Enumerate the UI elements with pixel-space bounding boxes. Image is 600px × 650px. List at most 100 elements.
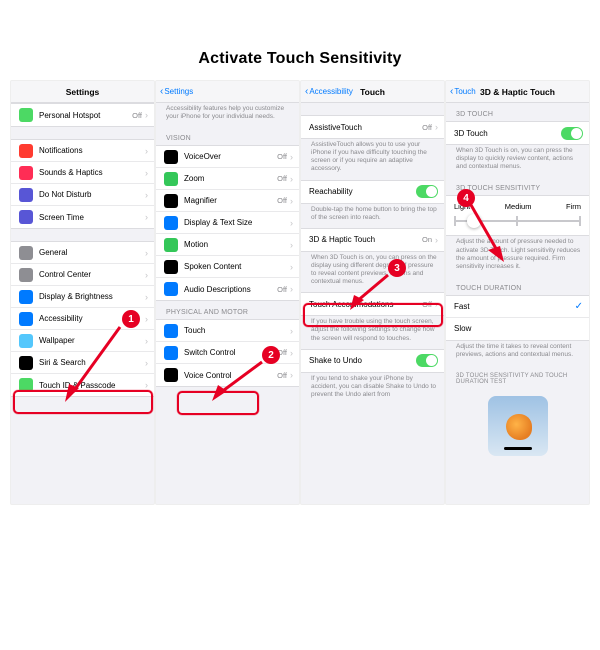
slider-label-firm: Firm [566, 202, 581, 211]
chevron-right-icon: › [145, 248, 148, 258]
app-icon [19, 210, 33, 224]
toggle-on-icon[interactable] [416, 185, 438, 198]
back-button[interactable]: ‹Accessibility [305, 87, 353, 96]
chevron-right-icon: › [290, 218, 293, 228]
screenshot-3d-haptic: ‹Touch 3D & Haptic Touch 3D TOUCH 3D Tou… [445, 80, 590, 505]
chevron-right-icon: › [145, 146, 148, 156]
list-item[interactable]: Control Center› [11, 264, 154, 286]
row-label: Voice Control [184, 371, 277, 380]
app-icon [19, 290, 33, 304]
app-icon [164, 324, 178, 338]
list-item[interactable]: Sounds & Haptics› [11, 162, 154, 184]
row-value: Off [277, 285, 287, 294]
chevron-left-icon: ‹ [160, 88, 163, 96]
row-value: Off [277, 371, 287, 380]
row-shake-to-undo[interactable]: Shake to Undo [301, 350, 444, 372]
chevron-right-icon: › [145, 380, 148, 390]
toggle-on-icon[interactable] [416, 354, 438, 367]
list-item[interactable]: Motion› [156, 234, 299, 256]
list-item[interactable]: General› [11, 242, 154, 264]
row-label: Magnifier [184, 196, 277, 205]
row-assistivetouch[interactable]: AssistiveTouchOff› [301, 116, 444, 138]
header-title: Settings [66, 87, 100, 97]
row-label: Zoom [184, 174, 277, 183]
app-icon [164, 216, 178, 230]
row-label: Wallpaper [39, 336, 145, 345]
header-title: 3D & Haptic Touch [480, 87, 555, 97]
app-icon [164, 346, 178, 360]
list-item[interactable]: Spoken Content› [156, 256, 299, 278]
group-label: 3D TOUCH SENSITIVITY [446, 177, 589, 195]
list-item[interactable]: Display & Brightness› [11, 286, 154, 308]
list-item[interactable]: Switch ControlOff› [156, 342, 299, 364]
row-duration-slow[interactable]: Slow [446, 318, 589, 340]
list-item[interactable]: Voice ControlOff› [156, 364, 299, 386]
row-label: Display & Text Size [184, 218, 290, 227]
chevron-right-icon: › [290, 174, 293, 184]
chevron-right-icon: › [145, 336, 148, 346]
back-label: Accessibility [309, 87, 353, 96]
row-value: Off [277, 348, 287, 357]
row-value: Off [277, 152, 287, 161]
screenshot-touch: ‹Accessibility Touch AssistiveTouchOff› … [300, 80, 445, 505]
back-button[interactable]: ‹Touch [450, 87, 476, 96]
toggle-on-icon[interactable] [561, 127, 583, 140]
list-item[interactable]: Notifications› [11, 140, 154, 162]
list-item[interactable]: Personal HotspotOff› [11, 104, 154, 126]
app-icon [19, 312, 33, 326]
list-item[interactable]: Audio DescriptionsOff› [156, 278, 299, 300]
row-label: Sounds & Haptics [39, 168, 145, 177]
row-label: VoiceOver [184, 152, 277, 161]
list-item[interactable]: Touch ID & Passcode› [11, 374, 154, 396]
list-item[interactable]: Do Not Disturb› [11, 184, 154, 206]
row-value: Off [277, 174, 287, 183]
row-3d-touch-toggle[interactable]: 3D Touch [446, 122, 589, 144]
sensitivity-slider[interactable] [454, 211, 581, 231]
app-icon [164, 238, 178, 252]
desc: If you tend to shake your iPhone by acci… [301, 373, 444, 405]
row-reachability[interactable]: Reachability [301, 181, 444, 203]
app-icon [164, 368, 178, 382]
group-label: TOUCH DURATION [446, 277, 589, 295]
chevron-right-icon: › [290, 240, 293, 250]
list-item[interactable]: Accessibility› [11, 308, 154, 330]
list-item[interactable]: Wallpaper› [11, 330, 154, 352]
list-item[interactable]: VoiceOverOff› [156, 146, 299, 168]
chevron-right-icon: › [435, 122, 438, 132]
app-icon [164, 150, 178, 164]
list-item[interactable]: ZoomOff› [156, 168, 299, 190]
page-title: Activate Touch Sensitivity [0, 50, 600, 68]
group-label-vision: VISION [156, 127, 299, 145]
list-item[interactable]: MagnifierOff› [156, 190, 299, 212]
list-item[interactable]: Display & Text Size› [156, 212, 299, 234]
chevron-right-icon: › [435, 235, 438, 245]
row-label: Spoken Content [184, 262, 290, 271]
row-label: Notifications [39, 146, 145, 155]
screenshot-accessibility: ‹Settings Accessibility features help yo… [155, 80, 300, 505]
desc: AssistiveTouch allows you to use your iP… [301, 139, 444, 180]
app-icon [19, 108, 33, 122]
row-duration-fast[interactable]: Fast✓ [446, 296, 589, 318]
row-value: Off [132, 111, 142, 120]
list-item[interactable]: Screen Time› [11, 206, 154, 228]
app-icon [19, 378, 33, 392]
test-image[interactable] [488, 396, 548, 456]
list-item[interactable]: Siri & Search› [11, 352, 154, 374]
chevron-right-icon: › [145, 270, 148, 280]
group-label: 3D TOUCH [446, 103, 589, 121]
row-label: Touch [184, 326, 290, 335]
screenshot-settings: Settings Personal HotspotOff› Notificatio… [10, 80, 155, 505]
chevron-left-icon: ‹ [305, 88, 308, 96]
row-touch-accommodations[interactable]: Touch AccommodationsOff› [301, 293, 444, 315]
row-label: General [39, 248, 145, 257]
chevron-right-icon: › [290, 370, 293, 380]
app-icon [19, 356, 33, 370]
checkmark-icon: ✓ [575, 301, 583, 312]
slider-label-medium: Medium [505, 202, 532, 211]
list-item[interactable]: Touch› [156, 320, 299, 342]
row-3d-haptic-touch[interactable]: 3D & Haptic TouchOn› [301, 229, 444, 251]
back-button[interactable]: ‹Settings [160, 87, 193, 96]
header: ‹Settings [156, 81, 299, 103]
chevron-right-icon: › [290, 326, 293, 336]
row-label: Audio Descriptions [184, 285, 277, 294]
